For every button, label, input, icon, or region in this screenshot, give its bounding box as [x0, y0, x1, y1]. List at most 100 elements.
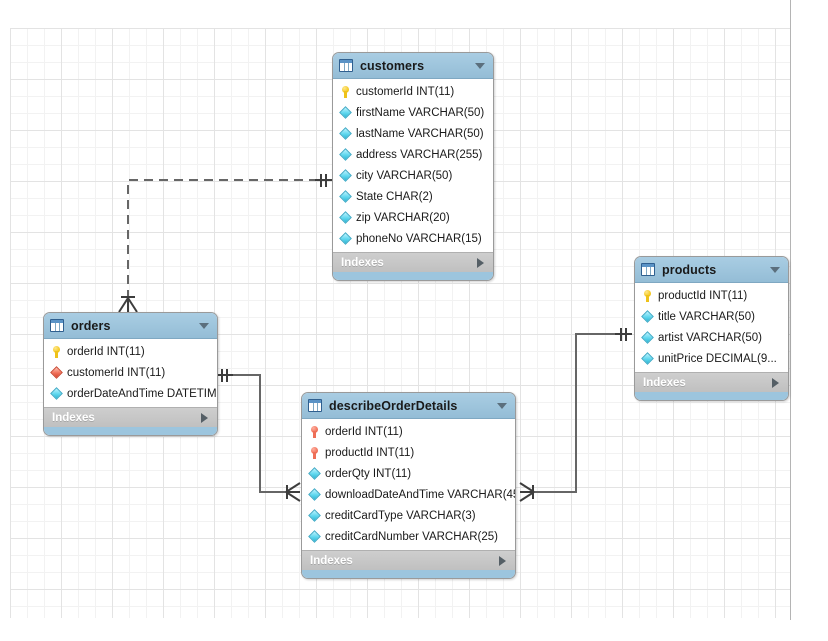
table-field-row[interactable]: artist VARCHAR(50)	[635, 327, 788, 348]
chevron-down-icon[interactable]	[475, 62, 485, 69]
field-label: productId INT(11)	[658, 289, 748, 302]
indexes-bar[interactable]: Indexes	[333, 252, 493, 272]
table-footer-strip	[333, 272, 493, 280]
column-icon	[339, 127, 352, 140]
field-label: city VARCHAR(50)	[356, 169, 453, 182]
column-icon	[308, 530, 321, 543]
chevron-down-icon[interactable]	[199, 322, 209, 329]
table-field-row[interactable]: lastName VARCHAR(50)	[333, 123, 493, 144]
table-title: describeOrderDetails	[329, 398, 458, 413]
column-icon	[308, 467, 321, 480]
indexes-bar[interactable]: Indexes	[635, 372, 788, 392]
chevron-right-icon[interactable]	[499, 555, 506, 566]
table-icon	[339, 59, 353, 72]
column-icon	[339, 232, 352, 245]
column-icon	[339, 148, 352, 161]
column-icon	[339, 211, 352, 224]
primary-foreign-key-icon	[308, 446, 321, 459]
field-label: creditCardType VARCHAR(3)	[325, 509, 476, 522]
table-field-row[interactable]: phoneNo VARCHAR(15)	[333, 228, 493, 249]
table-footer-strip	[44, 427, 217, 435]
field-label: artist VARCHAR(50)	[658, 331, 762, 344]
column-icon	[308, 509, 321, 522]
canvas-right-border	[790, 0, 791, 620]
table-footer-strip	[302, 570, 515, 578]
indexes-label: Indexes	[310, 554, 353, 567]
column-icon	[339, 190, 352, 203]
indexes-bar[interactable]: Indexes	[302, 550, 515, 570]
table-field-row[interactable]: orderId INT(11)	[44, 341, 217, 362]
table-customers[interactable]: customers customerId INT(11) firstName V…	[332, 52, 494, 281]
table-icon	[308, 399, 322, 412]
table-field-row[interactable]: firstName VARCHAR(50)	[333, 102, 493, 123]
table-field-row[interactable]: zip VARCHAR(20)	[333, 207, 493, 228]
table-orders[interactable]: orders orderId INT(11) customerId INT(11…	[43, 312, 218, 436]
column-icon	[641, 352, 654, 365]
field-label: State CHAR(2)	[356, 190, 433, 203]
field-label: firstName VARCHAR(50)	[356, 106, 485, 119]
column-icon	[641, 331, 654, 344]
table-field-row[interactable]: title VARCHAR(50)	[635, 306, 788, 327]
chevron-right-icon[interactable]	[477, 257, 484, 268]
primary-key-icon	[339, 85, 352, 98]
table-icon	[50, 319, 64, 332]
chevron-down-icon[interactable]	[770, 266, 780, 273]
field-label: zip VARCHAR(20)	[356, 211, 450, 224]
table-title: orders	[71, 318, 111, 333]
eer-diagram-canvas[interactable]: customers customerId INT(11) firstName V…	[0, 0, 828, 641]
table-field-row[interactable]: creditCardNumber VARCHAR(25)	[302, 526, 515, 547]
table-field-row[interactable]: customerId INT(11)	[333, 81, 493, 102]
table-field-row[interactable]: orderDateAndTime DATETIME	[44, 383, 217, 404]
table-field-row[interactable]: creditCardType VARCHAR(3)	[302, 505, 515, 526]
table-describeorderdetails[interactable]: describeOrderDetails orderId INT(11) pro…	[301, 392, 516, 579]
table-fields-describeorderdetails: orderId INT(11) productId INT(11) orderQ…	[302, 419, 515, 550]
indexes-label: Indexes	[341, 256, 384, 269]
table-field-row[interactable]: orderQty INT(11)	[302, 463, 515, 484]
column-icon	[641, 310, 654, 323]
field-label: orderId INT(11)	[67, 345, 145, 358]
column-icon	[308, 488, 321, 501]
table-field-row[interactable]: productId INT(11)	[635, 285, 788, 306]
table-field-row[interactable]: productId INT(11)	[302, 442, 515, 463]
column-icon	[339, 106, 352, 119]
table-field-row[interactable]: downloadDateAndTime VARCHAR(45)	[302, 484, 515, 505]
table-header-customers[interactable]: customers	[333, 53, 493, 79]
primary-key-icon	[641, 289, 654, 302]
field-label: creditCardNumber VARCHAR(25)	[325, 530, 498, 543]
table-fields-products: productId INT(11) title VARCHAR(50) arti…	[635, 283, 788, 372]
column-icon	[339, 169, 352, 182]
field-label: productId INT(11)	[325, 446, 415, 459]
table-fields-orders: orderId INT(11) customerId INT(11) order…	[44, 339, 217, 407]
indexes-label: Indexes	[643, 376, 686, 389]
table-fields-customers: customerId INT(11) firstName VARCHAR(50)…	[333, 79, 493, 252]
field-label: title VARCHAR(50)	[658, 310, 755, 323]
table-products[interactable]: products productId INT(11) title VARCHAR…	[634, 256, 789, 401]
table-title: products	[662, 262, 717, 277]
table-field-row[interactable]: customerId INT(11)	[44, 362, 217, 383]
table-footer-strip	[635, 392, 788, 400]
primary-foreign-key-icon	[308, 425, 321, 438]
field-label: downloadDateAndTime VARCHAR(45)	[325, 488, 515, 501]
chevron-down-icon[interactable]	[497, 402, 507, 409]
table-title: customers	[360, 58, 425, 73]
table-header-orders[interactable]: orders	[44, 313, 217, 339]
chevron-right-icon[interactable]	[201, 412, 208, 423]
chevron-right-icon[interactable]	[772, 377, 779, 388]
column-icon	[50, 387, 63, 400]
table-icon	[641, 263, 655, 276]
field-label: address VARCHAR(255)	[356, 148, 483, 161]
indexes-label: Indexes	[52, 411, 95, 424]
field-label: phoneNo VARCHAR(15)	[356, 232, 482, 245]
field-label: orderDateAndTime DATETIME	[67, 387, 217, 400]
table-field-row[interactable]: State CHAR(2)	[333, 186, 493, 207]
field-label: orderId INT(11)	[325, 425, 403, 438]
table-field-row[interactable]: unitPrice DECIMAL(9...	[635, 348, 788, 369]
table-header-describeorderdetails[interactable]: describeOrderDetails	[302, 393, 515, 419]
field-label: orderQty INT(11)	[325, 467, 412, 480]
primary-key-icon	[50, 345, 63, 358]
table-header-products[interactable]: products	[635, 257, 788, 283]
table-field-row[interactable]: city VARCHAR(50)	[333, 165, 493, 186]
indexes-bar[interactable]: Indexes	[44, 407, 217, 427]
table-field-row[interactable]: address VARCHAR(255)	[333, 144, 493, 165]
table-field-row[interactable]: orderId INT(11)	[302, 421, 515, 442]
